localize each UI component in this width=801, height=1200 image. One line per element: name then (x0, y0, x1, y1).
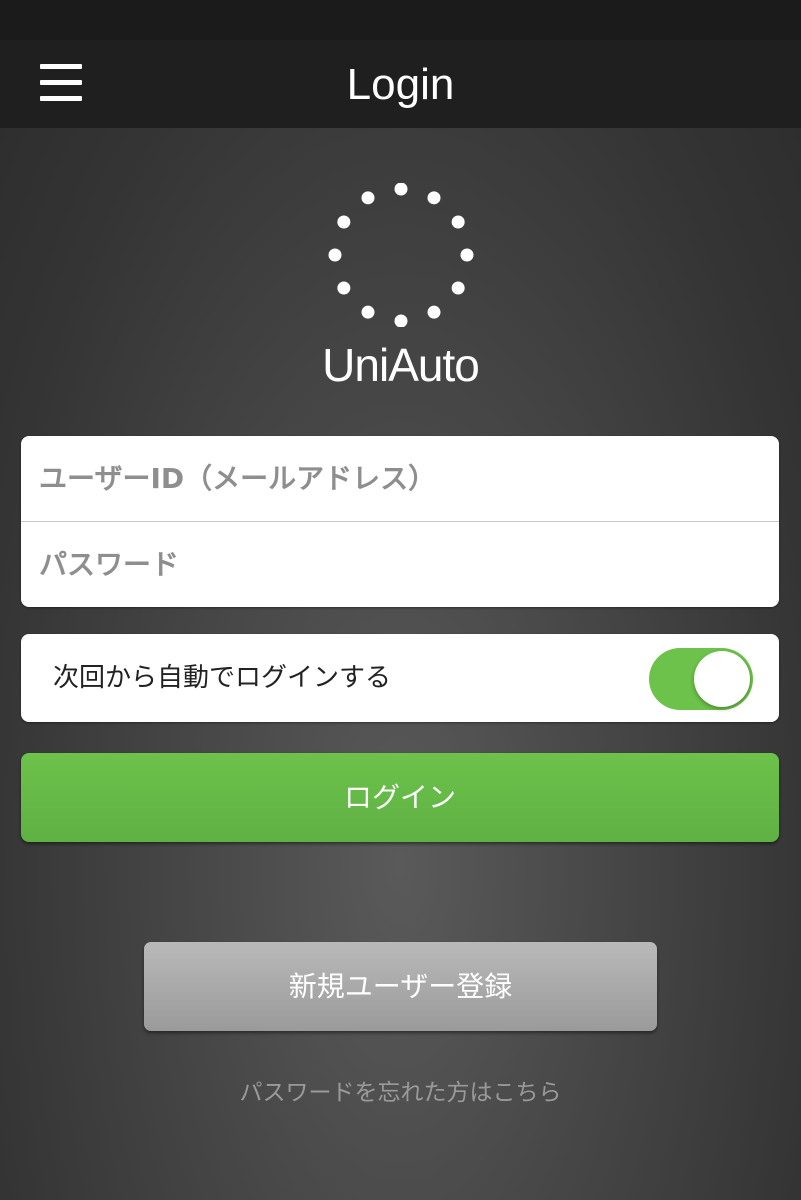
auto-login-row: 次回から自動でログインする (21, 634, 779, 722)
login-button[interactable]: ログイン (21, 753, 779, 842)
password-field (21, 522, 779, 607)
app-logo-text: UniAuto (322, 339, 480, 391)
register-button[interactable]: 新規ユーザー登録 (144, 942, 657, 1031)
credentials-form (21, 436, 779, 607)
logo-dot (394, 314, 408, 327)
logo-dot (361, 191, 375, 205)
logo-dot (427, 305, 441, 319)
auto-login-toggle[interactable] (649, 648, 753, 710)
logo-dot (451, 215, 465, 229)
logo-dot (361, 305, 375, 319)
user-id-input[interactable] (39, 436, 759, 521)
navigation-bar: Login (0, 40, 801, 128)
password-input[interactable] (39, 522, 759, 607)
logo-dot (337, 215, 351, 229)
dot-ring-logo-icon (328, 183, 474, 327)
page-title: Login (346, 60, 455, 109)
logo-dot (427, 191, 441, 205)
auto-login-label: 次回から自動でログインする (53, 663, 392, 693)
logo-dot (451, 281, 465, 295)
forgot-password-link[interactable]: パスワードを忘れた方はこちら (0, 1073, 801, 1107)
status-bar (0, 0, 801, 40)
logo-dot (337, 281, 351, 295)
toggle-knob (694, 651, 750, 707)
logo-dot (328, 248, 342, 262)
logo-dot (460, 248, 474, 262)
user-id-field (21, 436, 779, 521)
logo-dot (394, 183, 408, 196)
